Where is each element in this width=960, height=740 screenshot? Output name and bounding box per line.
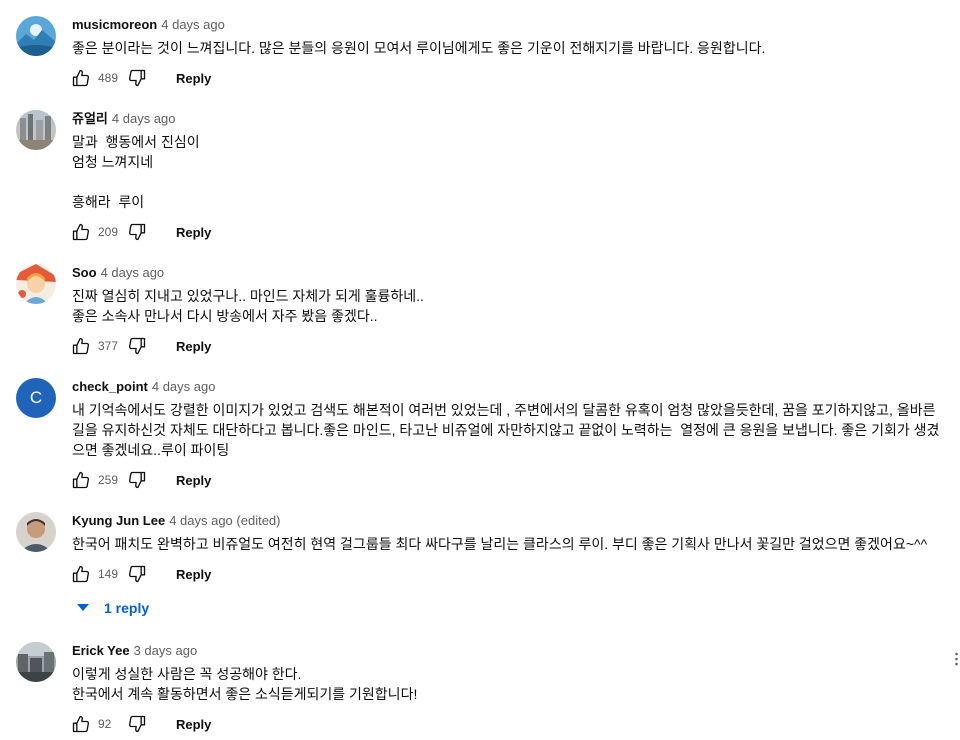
comment-time[interactable]: 4 days ago [161, 17, 225, 32]
comment-actions: 489 Reply [70, 66, 211, 90]
comment-line: 이렇게 성실한 사람은 꼭 성공해야 한다. [72, 666, 302, 682]
user-avatar[interactable] [16, 642, 56, 682]
comment-line: 엄청 느껴지네 [72, 154, 154, 170]
comment-text: 한국어 패치도 완벽하고 비쥬얼도 여전히 현역 걸그룹들 최다 싸다구를 날리… [72, 534, 948, 554]
like-count: 489 [98, 71, 119, 85]
comment-header: musicmoreon 4 days ago [72, 16, 225, 34]
comment-author[interactable]: 쥬얼리 [72, 111, 108, 126]
reply-button[interactable]: Reply [176, 225, 211, 240]
comment-header: Erick Yee 3 days ago [72, 642, 197, 660]
dislike-icon[interactable] [126, 563, 148, 585]
comment-text: 내 기억속에서도 강렬한 이미지가 있었고 검색도 해본적이 여러번 있었는데 … [72, 400, 948, 460]
dislike-icon[interactable] [126, 67, 148, 89]
reply-button[interactable]: Reply [176, 717, 211, 732]
comment-text: 진짜 열심히 지내고 있었구나.. 마인드 자체가 되게 훌륭하네.. 좋은 소… [72, 286, 948, 326]
comment-header: check_point 4 days ago [72, 378, 215, 396]
like-icon[interactable] [70, 335, 92, 357]
like-count: 92 [98, 717, 112, 731]
comment-header: Soo 4 days ago [72, 264, 164, 282]
like-icon[interactable] [70, 67, 92, 89]
comment-header: Kyung Jun Lee 4 days ago (edited) [72, 512, 280, 530]
comment-time[interactable]: 4 days ago (edited) [169, 513, 280, 528]
dislike-icon[interactable] [126, 469, 148, 491]
landscape-avatar-icon [16, 16, 56, 56]
comment-line: 내 기억속에서도 강렬한 이미지가 있었고 검색도 해본적이 여러번 있었는데 … [72, 402, 940, 458]
comment-time[interactable]: 4 days ago [152, 379, 216, 394]
comment-author[interactable]: check_point [72, 379, 148, 394]
comment-line: 좋은 분이라는 것이 느껴집니다. 많은 분들의 응원이 모여서 루이님에게도 … [72, 40, 766, 56]
user-avatar[interactable] [16, 110, 56, 150]
comment-actions: 377 Reply [70, 334, 211, 358]
comment-header: 쥬얼리 4 days ago [72, 110, 176, 128]
city-photo-avatar-icon [16, 110, 56, 150]
comment-line [72, 172, 948, 192]
comment-actions: 209 Reply [70, 220, 211, 244]
person-photo-avatar-icon [16, 512, 56, 552]
chevron-down-icon [76, 603, 90, 613]
illustration-avatar-icon [16, 264, 56, 304]
comment-actions: 92 Reply [70, 712, 211, 736]
like-count: 209 [98, 225, 119, 239]
user-avatar[interactable] [16, 16, 56, 56]
comment-text: 좋은 분이라는 것이 느껴집니다. 많은 분들의 응원이 모여서 루이님에게도 … [72, 38, 948, 58]
like-count: 377 [98, 339, 119, 353]
dislike-icon[interactable] [126, 713, 148, 735]
like-icon[interactable] [70, 713, 92, 735]
like-icon[interactable] [70, 469, 92, 491]
comment-text: 말과 행동에서 진심이 엄청 느껴지네 흥해라 루이 [72, 132, 948, 212]
dislike-icon[interactable] [126, 335, 148, 357]
comment-time[interactable]: 4 days ago [112, 111, 176, 126]
reply-button[interactable]: Reply [176, 473, 211, 488]
comment-author[interactable]: Kyung Jun Lee [72, 513, 165, 528]
more-actions-icon[interactable] [955, 652, 958, 666]
comment-author[interactable]: Soo [72, 265, 97, 280]
like-count: 259 [98, 473, 119, 487]
user-avatar[interactable] [16, 512, 56, 552]
comment-author[interactable]: Erick Yee [72, 643, 130, 658]
like-icon[interactable] [70, 563, 92, 585]
user-avatar[interactable] [16, 264, 56, 304]
comment-line: 진짜 열심히 지내고 있었구나.. 마인드 자체가 되게 훌륭하네.. [72, 288, 424, 304]
street-photo-avatar-icon [16, 642, 56, 682]
comment-actions: 149 Reply [70, 562, 211, 586]
reply-button[interactable]: Reply [176, 339, 211, 354]
user-avatar[interactable]: C [16, 378, 56, 418]
comment-line: 말과 행동에서 진심이 [72, 134, 200, 150]
comment-line: 흥해라 루이 [72, 194, 145, 210]
view-replies-button[interactable]: 1 reply [76, 598, 149, 618]
comment-line: 한국어 패치도 완벽하고 비쥬얼도 여전히 현역 걸그룹들 최다 싸다구를 날리… [72, 536, 928, 552]
like-count: 149 [98, 567, 119, 581]
comment-actions: 259 Reply [70, 468, 211, 492]
replies-count-label: 1 reply [104, 600, 150, 616]
comment-line: 좋은 소속사 만나서 다시 방송에서 자주 봤음 좋겠다.. [72, 308, 378, 324]
avatar-letter: C [29, 388, 43, 407]
dislike-icon[interactable] [126, 221, 148, 243]
comment-line: 한국에서 계속 활동하면서 좋은 소식듣게되기를 기원합니다! [72, 686, 418, 702]
comment-author[interactable]: musicmoreon [72, 17, 157, 32]
comment-time[interactable]: 3 days ago [134, 643, 198, 658]
reply-button[interactable]: Reply [176, 71, 211, 86]
comment-text: 이렇게 성실한 사람은 꼭 성공해야 한다. 한국에서 계속 활동하면서 좋은 … [72, 664, 948, 704]
reply-button[interactable]: Reply [176, 567, 211, 582]
comment-time[interactable]: 4 days ago [101, 265, 165, 280]
like-icon[interactable] [70, 221, 92, 243]
